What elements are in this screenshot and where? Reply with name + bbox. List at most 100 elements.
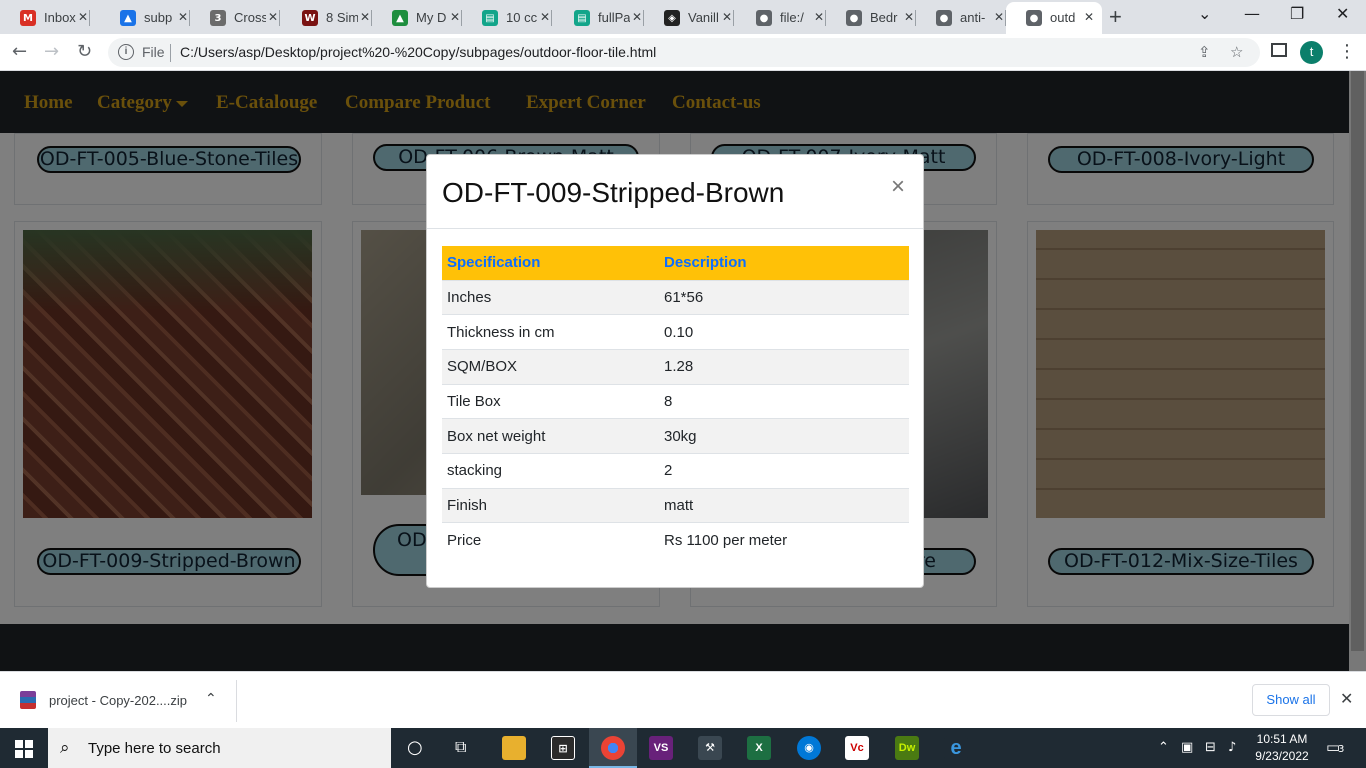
spec-name-cell: Thickness in cm xyxy=(442,314,659,350)
page-viewport: Home Category E-Catalouge Compare Produc… xyxy=(0,71,1366,671)
spec-value-cell: 30kg xyxy=(659,418,909,454)
globe-icon: ● xyxy=(756,10,772,26)
w-icon: W xyxy=(302,10,318,26)
table-header-row: Specification Description xyxy=(442,246,909,280)
close-tab-icon[interactable]: ✕ xyxy=(994,10,1004,24)
notification-count: 3 xyxy=(1338,744,1345,755)
table-row: Box net weight 30kg xyxy=(442,418,909,454)
back-arrow-icon[interactable]: ← xyxy=(12,41,27,62)
browser-tab[interactable]: ◈ Vanill ✕ xyxy=(644,2,734,32)
tab-title: My D xyxy=(416,10,447,25)
windows-taskbar: ⌕ Type here to search ○ ⧉ ⊞ VS ⚒ X ◉ Vc … xyxy=(0,728,1366,768)
close-tab-icon[interactable]: ✕ xyxy=(632,10,642,24)
clock-date: 9/23/2022 xyxy=(1255,749,1309,763)
close-tab-icon[interactable]: ✕ xyxy=(178,10,188,24)
tab-title: 8 Sim xyxy=(326,10,358,25)
volume-icon[interactable]: ♪ xyxy=(1228,740,1236,755)
close-tab-icon[interactable]: ✕ xyxy=(904,10,914,24)
chevron-up-tray-icon[interactable]: ⌃ xyxy=(1158,740,1169,755)
table-row: Tile Box 8 xyxy=(442,383,909,419)
windows-start-icon[interactable] xyxy=(15,740,33,758)
spec-value-cell: 0.10 xyxy=(659,314,909,350)
product-spec-modal: OD-FT-009-Stripped-Brown × Specification… xyxy=(426,154,924,588)
modal-title: OD-FT-009-Stripped-Brown xyxy=(442,177,785,208)
close-tab-icon[interactable]: ✕ xyxy=(268,10,278,24)
excel-icon[interactable]: X xyxy=(747,736,771,760)
browser-tab[interactable]: ● outd ✕ xyxy=(1006,2,1102,34)
table-row: Price Rs 1100 per meter xyxy=(442,522,909,558)
close-icon[interactable]: × xyxy=(891,173,905,201)
show-all-button[interactable]: Show all xyxy=(1252,684,1330,716)
browser-tab[interactable]: W 8 Sim ✕ xyxy=(282,2,372,32)
globe-icon: ● xyxy=(1026,10,1042,26)
drive-icon: ▲ xyxy=(392,10,408,26)
menu-kebab-icon[interactable]: ⋮ xyxy=(1338,41,1356,62)
profile-avatar[interactable]: t xyxy=(1300,41,1323,64)
globe-icon: ● xyxy=(936,10,952,26)
close-tab-icon[interactable]: ✕ xyxy=(722,10,732,24)
cortana-icon[interactable]: ○ xyxy=(407,737,423,758)
tab-title: subp xyxy=(144,10,173,25)
close-window-button[interactable]: ✕ xyxy=(1336,4,1349,23)
tab-separator xyxy=(733,10,734,26)
scheme-label: File xyxy=(142,44,165,60)
close-tab-icon[interactable]: ✕ xyxy=(78,10,88,24)
bookmark-star-icon[interactable]: ☆ xyxy=(1230,43,1243,61)
edge-icon[interactable]: e xyxy=(944,736,968,760)
close-shelf-icon[interactable]: ✕ xyxy=(1340,689,1353,709)
chevron-up-icon[interactable]: ⌃ xyxy=(205,690,217,707)
download-file-name[interactable]: project - Copy-202....zip xyxy=(49,693,187,708)
browser-tab[interactable]: ▲ My D ✕ xyxy=(372,2,462,32)
visual-studio-icon[interactable]: VS xyxy=(649,736,673,760)
close-tab-icon[interactable]: ✕ xyxy=(360,10,370,24)
app-icon[interactable]: ◉ xyxy=(797,736,821,760)
tab-title: Inbox xyxy=(44,10,76,25)
store-icon[interactable]: ⊞ xyxy=(551,736,575,760)
side-panel-icon[interactable] xyxy=(1271,43,1287,57)
browser-tab[interactable]: ● Bedr ✕ xyxy=(826,2,916,32)
tab-search-icon[interactable]: ⌄ xyxy=(1198,4,1211,23)
address-bar[interactable]: i File C:/Users/asp/Desktop/project%20-%… xyxy=(108,38,1260,67)
close-tab-icon[interactable]: ✕ xyxy=(1084,10,1094,24)
taskbar-clock[interactable]: 10:51 AM 9/23/2022 xyxy=(1254,731,1310,765)
spec-name-cell: Tile Box xyxy=(442,383,659,419)
close-tab-icon[interactable]: ✕ xyxy=(450,10,460,24)
network-icon[interactable]: ⊟ xyxy=(1205,740,1216,755)
forward-arrow-icon[interactable]: → xyxy=(44,41,59,62)
browser-tab[interactable]: ● anti- ✕ xyxy=(916,2,1006,32)
close-tab-icon[interactable]: ✕ xyxy=(540,10,550,24)
close-tab-icon[interactable]: ✕ xyxy=(814,10,824,24)
share-icon[interactable]: ⇪ xyxy=(1198,43,1211,61)
browser-tab[interactable]: ▤ fullPa ✕ xyxy=(554,2,644,32)
vpn-tray-icon[interactable]: ▣ xyxy=(1181,740,1193,755)
zip-archive-icon xyxy=(20,691,36,709)
spec-name-cell: Box net weight xyxy=(442,418,659,454)
vc-app-icon[interactable]: Vc xyxy=(845,736,869,760)
minimize-button[interactable]: — xyxy=(1244,4,1260,23)
browser-tab[interactable]: ▲ subp ✕ xyxy=(100,2,190,32)
browser-tab[interactable]: ▤ 10 cc ✕ xyxy=(462,2,552,32)
table-row: Finish matt xyxy=(442,487,909,523)
site-info-icon[interactable]: i xyxy=(118,44,134,60)
table-row: Thickness in cm 0.10 xyxy=(442,314,909,350)
browser-tab[interactable]: 3 Cross ✕ xyxy=(190,2,280,32)
file-explorer-icon[interactable] xyxy=(502,736,526,760)
url-text[interactable]: C:/Users/asp/Desktop/project%20-%20Copy/… xyxy=(180,44,656,60)
restore-button[interactable]: ❐ xyxy=(1290,4,1304,23)
spec-name-cell: Inches xyxy=(442,279,659,315)
dreamweaver-icon[interactable]: Dw xyxy=(895,736,919,760)
column-header: Description xyxy=(659,246,909,280)
drive-icon: ▲ xyxy=(120,10,136,26)
tab-title: file:/ xyxy=(780,10,804,25)
spec-value-cell: 2 xyxy=(659,452,909,489)
chrome-icon[interactable] xyxy=(601,736,625,760)
layout-icon: ▤ xyxy=(482,10,498,26)
browser-tab[interactable]: ● file:/ ✕ xyxy=(736,2,826,32)
taskbar-search-box[interactable]: ⌕ Type here to search xyxy=(48,728,391,768)
new-tab-button[interactable]: + xyxy=(1109,4,1122,30)
task-view-icon[interactable]: ⧉ xyxy=(455,737,466,757)
browser-tab[interactable]: M Inbox ✕ xyxy=(0,2,90,32)
reload-icon[interactable]: ↻ xyxy=(77,41,92,62)
tools-icon[interactable]: ⚒ xyxy=(698,736,722,760)
spec-name-cell: Finish xyxy=(442,487,659,523)
